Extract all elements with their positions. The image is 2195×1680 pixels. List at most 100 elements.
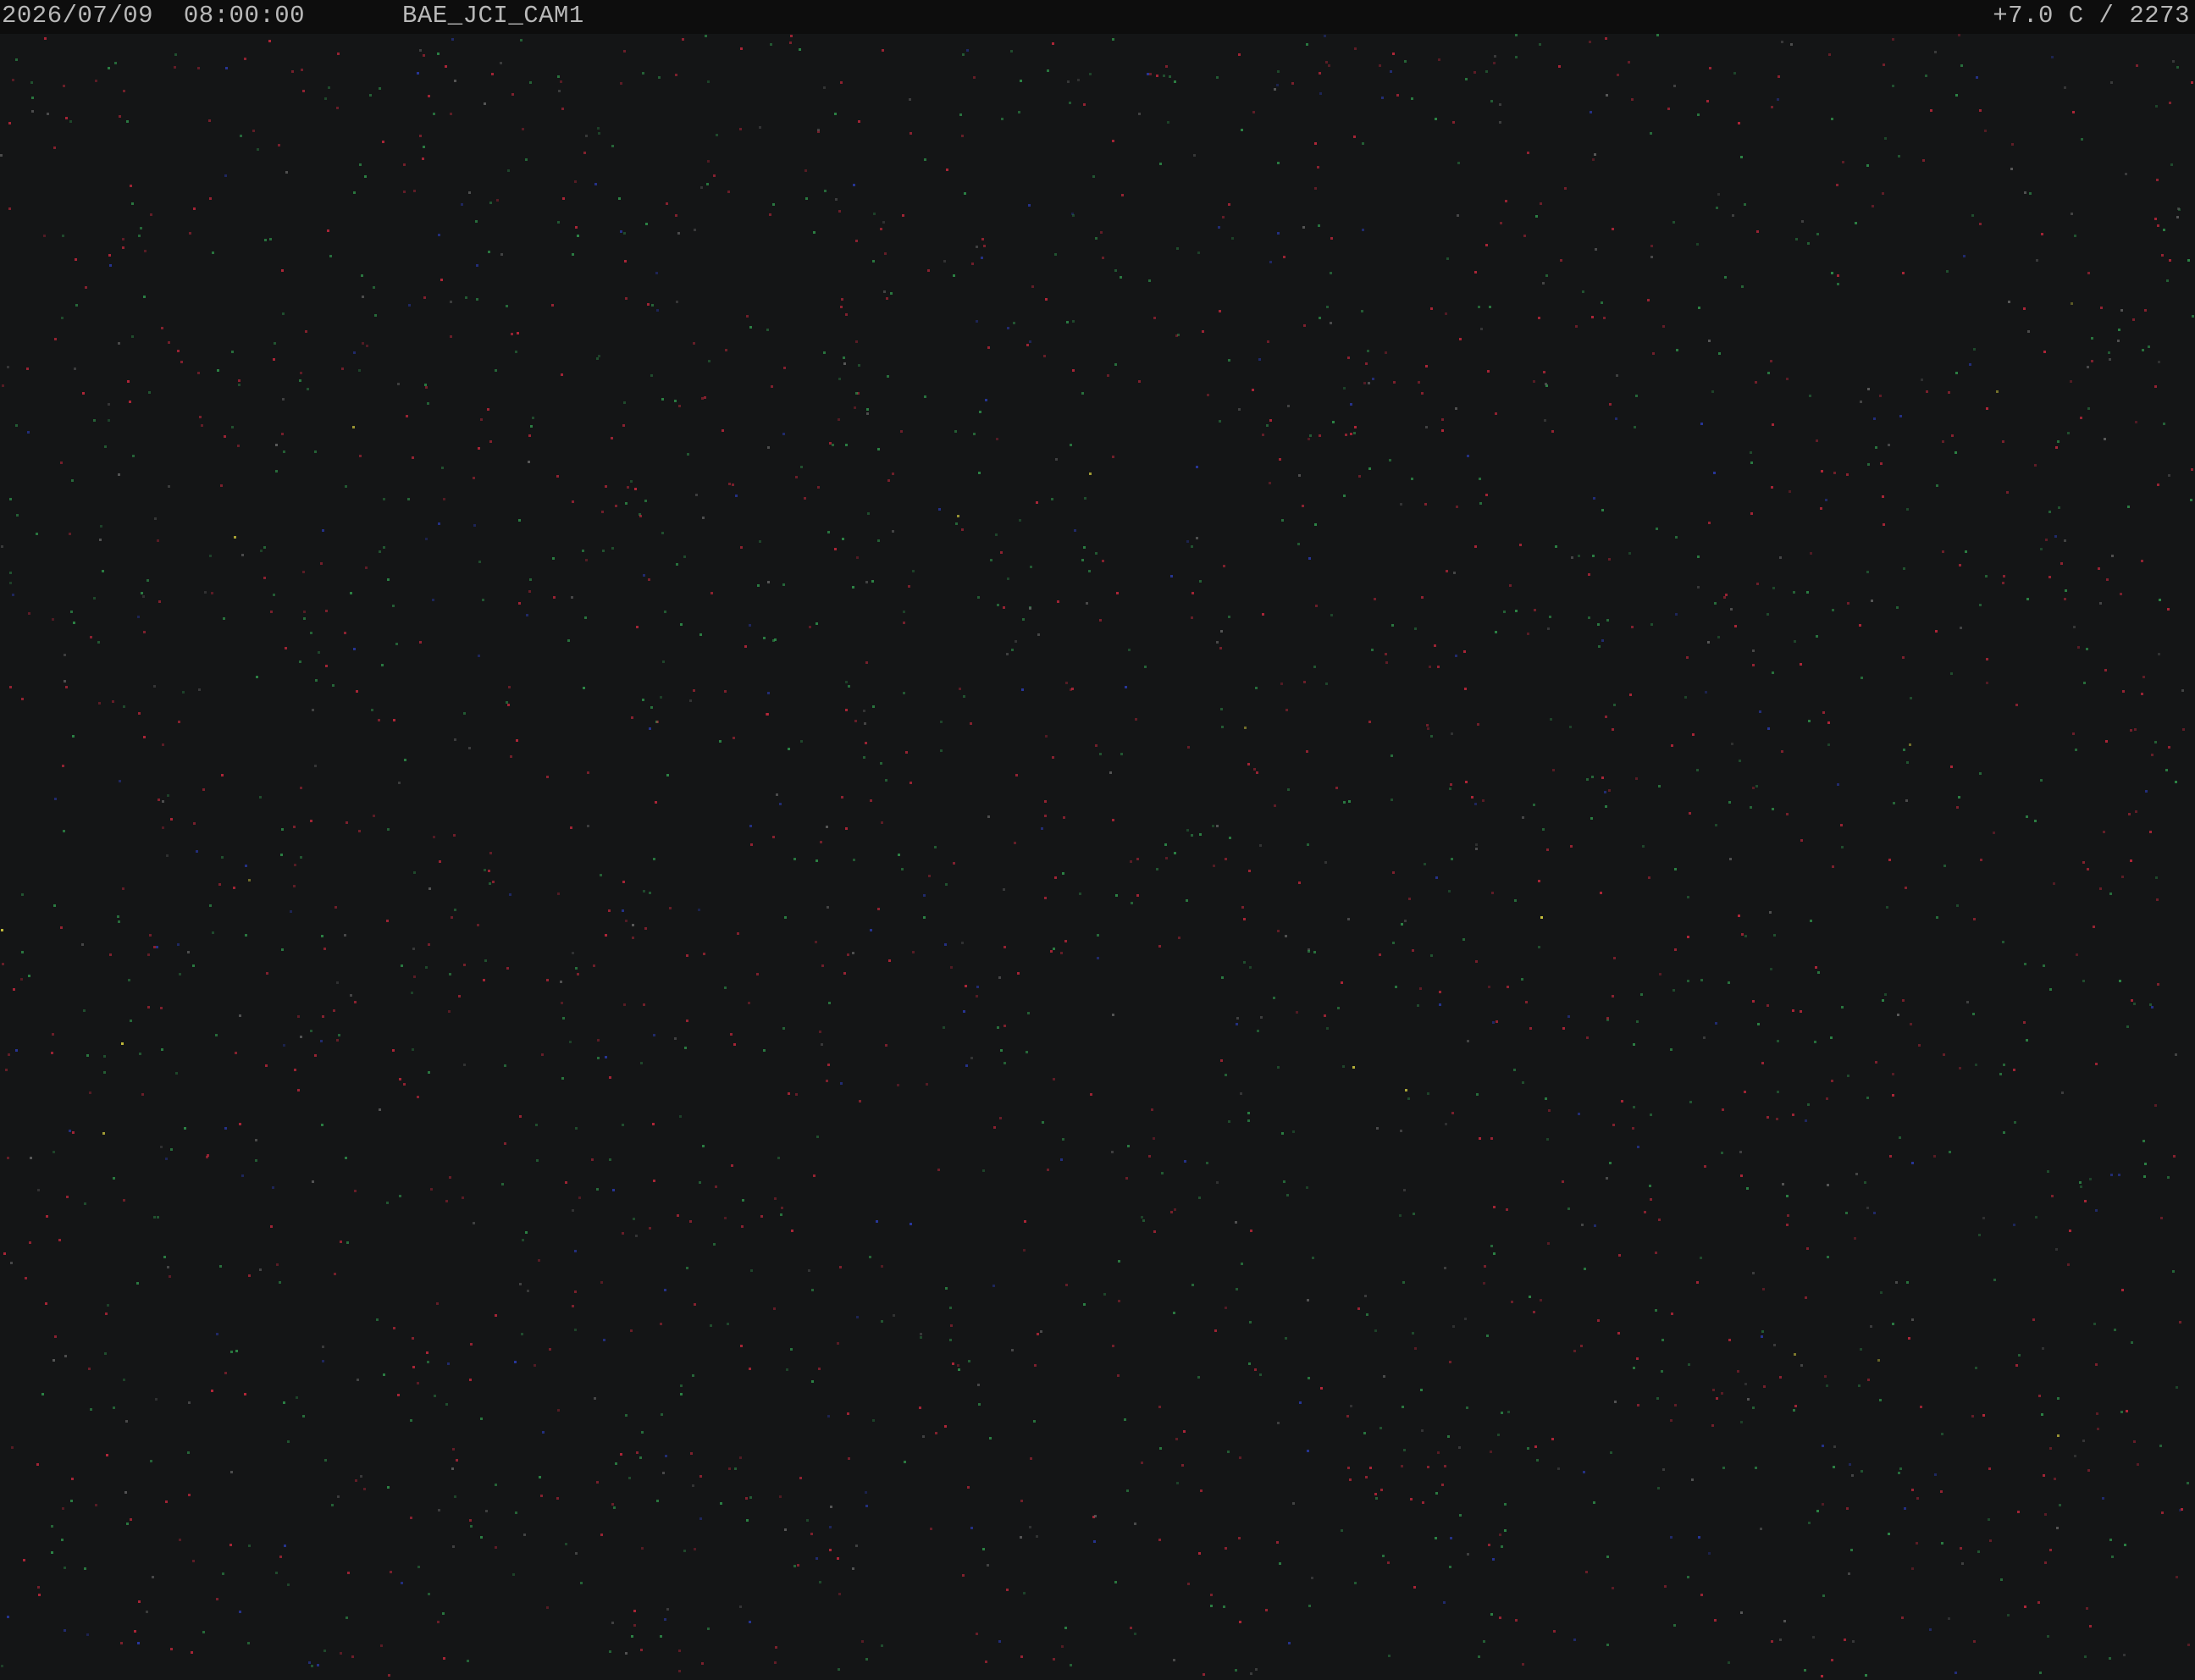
noise-pixel xyxy=(1441,429,1444,432)
noise-pixel xyxy=(1357,1307,1360,1310)
noise-pixel xyxy=(175,1072,178,1075)
noise-pixel xyxy=(1771,1640,1773,1643)
noise-pixel xyxy=(1886,906,1888,909)
noise-pixel xyxy=(138,712,141,715)
noise-pixel xyxy=(2087,366,2089,368)
noise-pixel xyxy=(1578,555,1580,557)
noise-pixel xyxy=(1483,1282,1485,1285)
noise-pixel xyxy=(1307,1450,1309,1452)
noise-pixel xyxy=(1358,475,1361,478)
noise-pixel xyxy=(27,431,30,434)
noise-pixel xyxy=(361,274,363,277)
noise-pixel xyxy=(1434,644,1436,647)
noise-pixel xyxy=(255,1159,257,1162)
noise-pixel xyxy=(1810,920,1812,922)
noise-pixel xyxy=(138,1600,141,1603)
noise-pixel xyxy=(1173,1312,1175,1314)
noise-pixel xyxy=(441,467,444,469)
noise-pixel xyxy=(160,1007,163,1009)
noise-pixel xyxy=(2109,1657,2111,1660)
noise-pixel xyxy=(962,1574,965,1577)
noise-pixel xyxy=(143,736,146,738)
noise-pixel xyxy=(877,539,880,542)
noise-pixel xyxy=(1976,76,1978,79)
noise-pixel xyxy=(512,1573,515,1576)
noise-pixel xyxy=(763,637,766,639)
noise-pixel xyxy=(1757,1023,1760,1025)
noise-pixel xyxy=(1718,352,1721,355)
noise-pixel xyxy=(1156,868,1158,870)
noise-pixel xyxy=(903,692,905,694)
noise-pixel xyxy=(1716,207,1718,209)
noise-pixel xyxy=(934,846,937,848)
noise-pixel xyxy=(1786,1195,1789,1197)
noise-pixel xyxy=(269,238,272,240)
noise-pixel xyxy=(340,1652,342,1655)
noise-pixel xyxy=(2089,1625,2092,1628)
noise-pixel xyxy=(650,374,653,377)
noise-pixel xyxy=(1746,1187,1749,1190)
noise-pixel xyxy=(816,1136,819,1138)
noise-pixel xyxy=(1277,162,1280,164)
noise-pixel xyxy=(1948,1617,1950,1620)
noise-pixel xyxy=(583,152,586,154)
noise-pixel xyxy=(1826,1384,1828,1387)
noise-pixel xyxy=(64,1567,66,1569)
noise-pixel xyxy=(1706,100,1709,102)
noise-pixel xyxy=(708,360,710,362)
noise-pixel xyxy=(1542,828,1545,831)
noise-pixel xyxy=(999,1117,1002,1119)
noise-pixel xyxy=(1276,1541,1279,1544)
noise-pixel xyxy=(501,1183,504,1185)
noise-pixel xyxy=(484,959,487,962)
noise-pixel xyxy=(162,800,164,803)
noise-pixel xyxy=(58,1239,61,1241)
noise-pixel xyxy=(1705,691,1707,694)
noise-pixel xyxy=(1449,1566,1451,1568)
noise-pixel xyxy=(1977,1550,1980,1553)
noise-pixel xyxy=(1238,1537,1241,1539)
noise-pixel xyxy=(53,1359,55,1362)
noise-pixel xyxy=(528,461,530,463)
noise-pixel xyxy=(795,1093,798,1096)
noise-pixel xyxy=(347,1572,350,1574)
noise-pixel xyxy=(1916,1542,1918,1545)
noise-pixel xyxy=(346,1616,348,1619)
noise-pixel xyxy=(86,1633,89,1636)
noise-pixel xyxy=(131,335,134,338)
noise-pixel xyxy=(728,1467,731,1470)
noise-pixel xyxy=(591,1158,594,1161)
noise-pixel xyxy=(641,1547,644,1550)
noise-pixel xyxy=(1455,655,1457,657)
noise-pixel xyxy=(1656,34,1659,36)
noise-pixel xyxy=(1571,556,1573,559)
noise-pixel xyxy=(275,470,278,472)
noise-pixel xyxy=(324,1459,327,1462)
noise-pixel xyxy=(912,570,915,572)
noise-pixel xyxy=(1277,1066,1280,1069)
noise-pixel xyxy=(1314,142,1317,145)
noise-pixel xyxy=(609,1650,611,1653)
noise-pixel xyxy=(2099,602,2102,605)
noise-pixel xyxy=(1585,1571,1588,1573)
noise-pixel xyxy=(522,1239,524,1241)
noise-pixel xyxy=(99,539,102,541)
noise-pixel xyxy=(954,430,957,433)
noise-pixel xyxy=(511,93,514,96)
noise-pixel xyxy=(622,909,624,912)
noise-pixel xyxy=(1026,344,1029,346)
noise-pixel xyxy=(959,688,961,690)
noise-pixel xyxy=(1313,951,1316,953)
noise-pixel xyxy=(2091,337,2093,340)
noise-pixel xyxy=(1902,656,1905,659)
noise-pixel xyxy=(2190,499,2192,501)
noise-pixel xyxy=(1262,613,1264,616)
noise-pixel xyxy=(625,920,628,922)
noise-pixel xyxy=(1060,1158,1063,1161)
noise-pixel xyxy=(1013,322,1015,324)
noise-pixel xyxy=(489,882,491,885)
noise-pixel xyxy=(940,721,943,723)
noise-pixel xyxy=(1606,1556,1609,1558)
noise-pixel xyxy=(197,67,200,69)
noise-pixel xyxy=(1042,1121,1044,1124)
